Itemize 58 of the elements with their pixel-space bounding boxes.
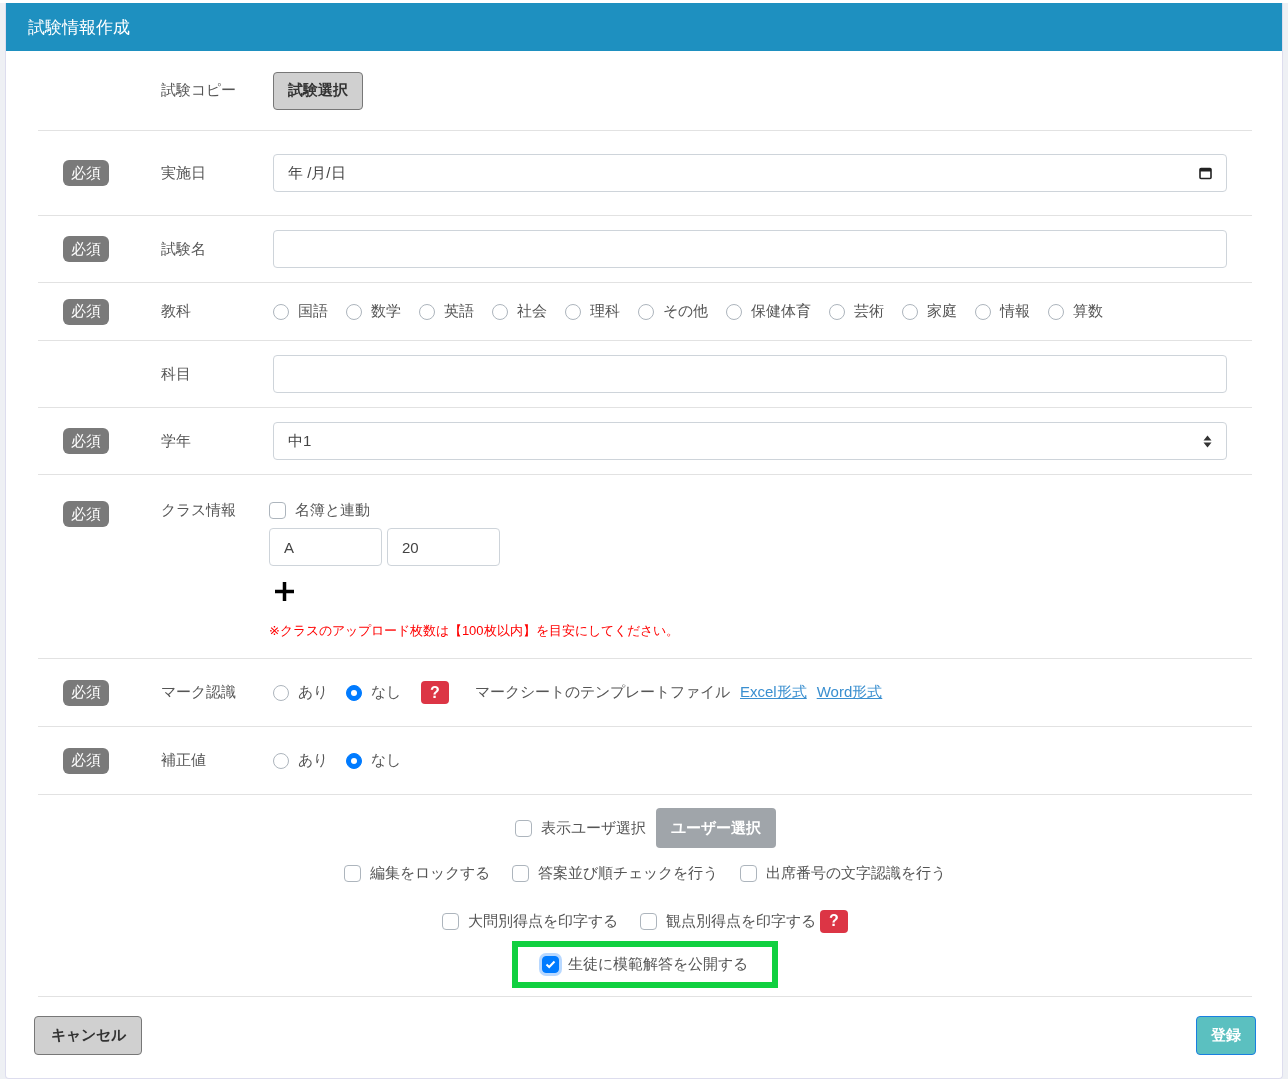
radio-option[interactable]: なし (346, 751, 401, 770)
download-link[interactable]: Excel形式 (740, 683, 807, 702)
radio-option[interactable]: 英語 (419, 302, 474, 321)
field-label: 補正値 (161, 751, 207, 770)
help-badge[interactable]: ? (421, 681, 449, 704)
sort-caret-icon (1203, 434, 1212, 448)
page-title: 試験情報作成 (6, 3, 1282, 51)
field-label: 教科 (161, 302, 192, 321)
radio-option[interactable]: 国語 (273, 302, 328, 321)
radio-option[interactable]: 社会 (492, 302, 547, 321)
radio-option[interactable]: 保健体育 (726, 302, 811, 321)
required-badge: 必須 (63, 428, 109, 454)
checkbox-option[interactable]: 出席番号の文字認識を行う (740, 863, 946, 883)
checkbox-option[interactable]: 大問別得点を印字する (442, 911, 618, 931)
radio-option[interactable]: あり (273, 683, 328, 702)
checkbox-option[interactable]: 名簿と連動 (269, 499, 1227, 521)
plus-icon[interactable] (274, 581, 295, 602)
help-badge[interactable]: ? (820, 909, 848, 933)
text-field[interactable] (273, 355, 1227, 393)
template-label: マークシートのテンプレートファイル (475, 683, 730, 702)
field-label: 学年 (161, 431, 192, 451)
count-field[interactable]: 20 (387, 528, 500, 566)
field-label: クラス情報 (161, 501, 237, 520)
required-badge: 必須 (63, 236, 109, 262)
radio-option[interactable]: なし (346, 683, 401, 702)
field-label: 試験名 (161, 239, 207, 259)
cancel-button[interactable]: キャンセル (34, 1016, 142, 1055)
required-badge: 必須 (63, 298, 109, 325)
radio-option[interactable]: 情報 (975, 302, 1030, 321)
checkbox-option[interactable]: 生徒に模範解答を公開する (542, 955, 748, 974)
select-exam-button[interactable]: 試験選択 (273, 71, 363, 110)
radio-option[interactable]: あり (273, 751, 328, 770)
check-icon (545, 960, 556, 969)
checkbox-option[interactable]: 観点別得点を印字する (640, 911, 816, 931)
checkbox-option[interactable]: 表示ユーザ選択 (514, 818, 646, 838)
calendar-icon (1199, 166, 1212, 180)
field-label: 試験コピー (161, 81, 237, 100)
field-label: マーク認識 (161, 683, 237, 702)
required-badge: 必須 (63, 160, 109, 186)
select-field[interactable]: 中1 (273, 422, 1227, 460)
upload-note: ※クラスのアップロード枚数は【100枚以内】を目安にしてください。 (269, 622, 680, 640)
required-badge: 必須 (63, 679, 109, 706)
radio-option[interactable]: 家庭 (902, 302, 957, 321)
radio-option[interactable]: 理科 (565, 302, 620, 321)
text-field[interactable] (273, 230, 1227, 268)
required-badge: 必須 (63, 747, 109, 774)
class-field[interactable]: A (269, 528, 382, 566)
radio-option[interactable]: 芸術 (829, 302, 884, 321)
radio-option[interactable]: 算数 (1048, 302, 1103, 321)
checkbox-option[interactable]: 編集をロックする (344, 863, 490, 883)
field-label: 実施日 (161, 163, 207, 183)
checkbox-option[interactable]: 答案並び順チェックを行う (512, 863, 718, 883)
radio-option[interactable]: 数学 (346, 302, 401, 321)
required-badge: 必須 (63, 501, 109, 527)
radio-option[interactable]: その他 (638, 302, 708, 321)
date-field[interactable]: 年 /月/日 (273, 154, 1227, 192)
field-label: 科目 (161, 364, 192, 384)
download-link[interactable]: Word形式 (816, 683, 883, 702)
